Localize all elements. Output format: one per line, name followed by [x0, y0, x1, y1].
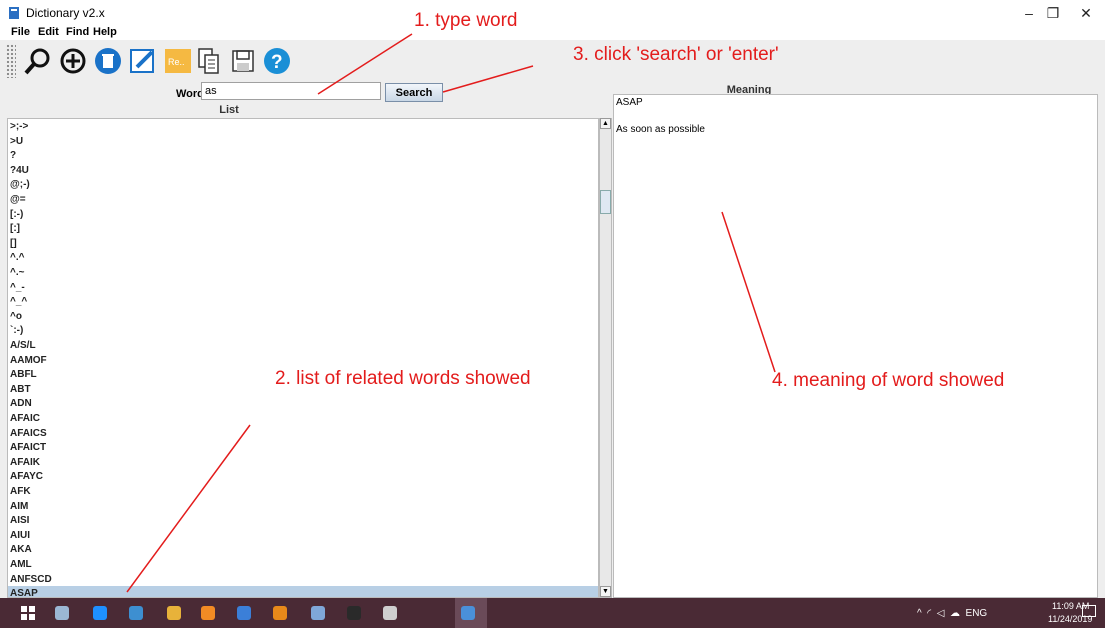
annotation-step3: 3. click 'search' or 'enter' — [573, 44, 779, 65]
sublime-icon[interactable] — [272, 605, 288, 621]
cloud-icon[interactable]: ☁ — [950, 608, 960, 619]
terminal-icon[interactable] — [346, 605, 362, 621]
volume-icon[interactable]: ◁ — [937, 608, 945, 619]
word-icon[interactable] — [236, 605, 252, 621]
annotation-step2: 2. list of related words showed — [275, 368, 531, 389]
notepad-icon[interactable] — [310, 605, 326, 621]
arrow-step3 — [442, 65, 534, 93]
notification-icon[interactable] — [1082, 605, 1096, 617]
annotation-arrows — [126, 33, 776, 593]
paint-icon[interactable] — [382, 605, 398, 621]
dictionary-icon[interactable] — [460, 605, 476, 621]
app-icon[interactable] — [200, 605, 216, 621]
edge-icon[interactable] — [92, 605, 108, 621]
arrow-step1 — [317, 33, 413, 95]
chrome-icon[interactable] — [166, 605, 182, 621]
file-explorer-icon[interactable] — [54, 605, 70, 621]
arrow-step4 — [721, 211, 776, 373]
language-indicator[interactable]: ENG — [966, 608, 988, 619]
wifi-icon[interactable]: ◜ — [927, 608, 931, 619]
system-tray[interactable]: ^ ◜ ◁ ☁ ENG — [917, 608, 987, 619]
annotation-step4: 4. meaning of word showed — [772, 370, 1005, 391]
windows-start-icon[interactable] — [20, 605, 36, 621]
files-icon[interactable] — [128, 605, 144, 621]
arrow-step2 — [126, 424, 251, 593]
annotation-step1: 1. type word — [414, 10, 518, 31]
chevron-up-icon[interactable]: ^ — [917, 608, 922, 619]
